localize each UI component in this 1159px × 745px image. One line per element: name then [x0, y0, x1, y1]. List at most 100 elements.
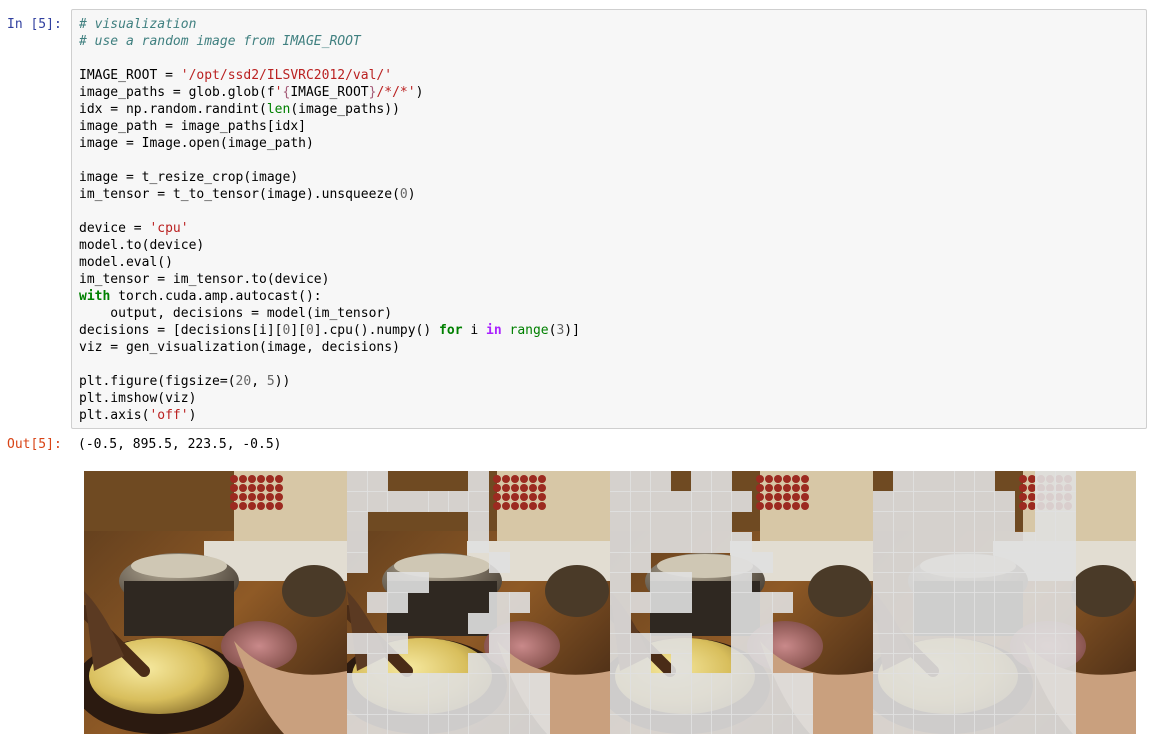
masked-patch: [873, 551, 894, 573]
masked-patch: [650, 693, 672, 715]
masked-patch: [974, 632, 996, 654]
code-line: device = 'cpu': [79, 220, 1146, 237]
masked-patch: [731, 551, 753, 573]
masked-patch: [771, 673, 793, 695]
masked-patch: [873, 531, 894, 553]
masked-patch: [953, 511, 975, 533]
masked-patch: [731, 592, 753, 614]
masked-patch: [670, 673, 692, 695]
masked-patch: [731, 632, 753, 654]
masked-patch: [953, 551, 975, 573]
masked-patch: [448, 491, 470, 513]
code-line: image = Image.open(image_path): [79, 135, 1146, 152]
masked-patch: [751, 632, 773, 654]
masked-patch: [731, 612, 753, 634]
masked-patch: [893, 471, 915, 492]
masked-patch: [933, 632, 955, 654]
masked-patch: [1034, 531, 1056, 553]
masked-patch: [670, 531, 692, 553]
masked-patch: [913, 511, 935, 533]
masked-patch: [387, 673, 409, 695]
code-token: with: [79, 289, 111, 304]
masked-patch: [893, 632, 915, 654]
masked-patch: [1034, 612, 1056, 634]
code-token: decisions = [decisions[i][: [79, 323, 283, 338]
masked-patch: [974, 713, 996, 734]
masked-patch: [731, 693, 753, 715]
code-token: 'off': [149, 408, 189, 423]
masked-patch: [670, 653, 692, 675]
visualization-panel-original: [84, 471, 347, 734]
masked-patch: [347, 511, 368, 533]
code-token: ].cpu().numpy(): [313, 323, 440, 338]
masked-patch: [610, 653, 631, 675]
masked-patch: [427, 693, 449, 715]
masked-patch: [933, 693, 955, 715]
masked-patch: [1014, 653, 1036, 675]
masked-patch: [468, 491, 490, 513]
masked-patch: [974, 551, 996, 573]
masked-patch: [711, 531, 733, 553]
code-editor-text[interactable]: # visualization # use a random image from…: [79, 16, 1146, 424]
masked-patch: [893, 693, 915, 715]
masked-patch: [974, 592, 996, 614]
masked-patch: [347, 471, 368, 492]
code-token: IMAGE_ROOT: [290, 85, 369, 100]
masked-patch: [974, 612, 996, 634]
masked-patch: [1055, 693, 1077, 715]
masked-patch: [1055, 531, 1077, 553]
masked-patch: [1034, 653, 1056, 675]
code-token: '/opt/ssd2/ILSVRC2012/val/': [180, 68, 393, 83]
masked-patch: [448, 673, 470, 695]
masked-patch: [913, 471, 935, 492]
masked-patch: [953, 673, 975, 695]
masked-patch: [1055, 632, 1077, 654]
code-token: range: [509, 323, 549, 338]
masked-patch: [913, 551, 935, 573]
masked-patch: [933, 592, 955, 614]
code-cell-editor[interactable]: # visualization # use a random image from…: [71, 9, 1147, 429]
masked-patch: [1014, 632, 1036, 654]
code-token: ': [274, 85, 283, 100]
masked-patch: [529, 673, 551, 695]
masked-patch: [407, 693, 429, 715]
masked-patch: [488, 713, 510, 734]
masked-patch: [610, 673, 631, 695]
masked-patch: [913, 531, 935, 553]
masked-patch: [1055, 592, 1077, 614]
masked-patch: [630, 491, 652, 513]
masked-patch: [751, 693, 773, 715]
visualization-figure: [84, 471, 1136, 734]
code-token: idx = np.random.randint(: [79, 102, 267, 117]
masked-patch: [650, 511, 672, 533]
masked-patch: [387, 491, 409, 513]
masked-patch: [711, 511, 733, 533]
masked-patch: [953, 713, 975, 734]
masked-patch: [630, 693, 652, 715]
masked-patch: [933, 491, 955, 513]
masked-patch: [953, 491, 975, 513]
code-token: plt.axis(: [79, 408, 150, 423]
masked-patch: [974, 491, 996, 513]
masked-patch: [792, 713, 814, 734]
masked-patch: [731, 531, 753, 553]
masked-patch: [690, 713, 712, 734]
masked-patch: [731, 713, 753, 734]
code-line: plt.imshow(viz): [79, 390, 1146, 407]
masked-patch: [893, 531, 915, 553]
masked-patch: [1014, 572, 1036, 594]
masked-patch: [610, 612, 631, 634]
masked-patch: [711, 471, 733, 492]
masked-patch: [1014, 713, 1036, 734]
masked-patch: [1055, 673, 1077, 695]
code-token: 20: [235, 374, 252, 389]
masked-patch: [387, 632, 409, 654]
masked-patch: [1055, 572, 1077, 594]
masked-patch: [994, 491, 1016, 513]
masked-patch: [893, 653, 915, 675]
code-line: plt.axis('off'): [79, 407, 1146, 424]
